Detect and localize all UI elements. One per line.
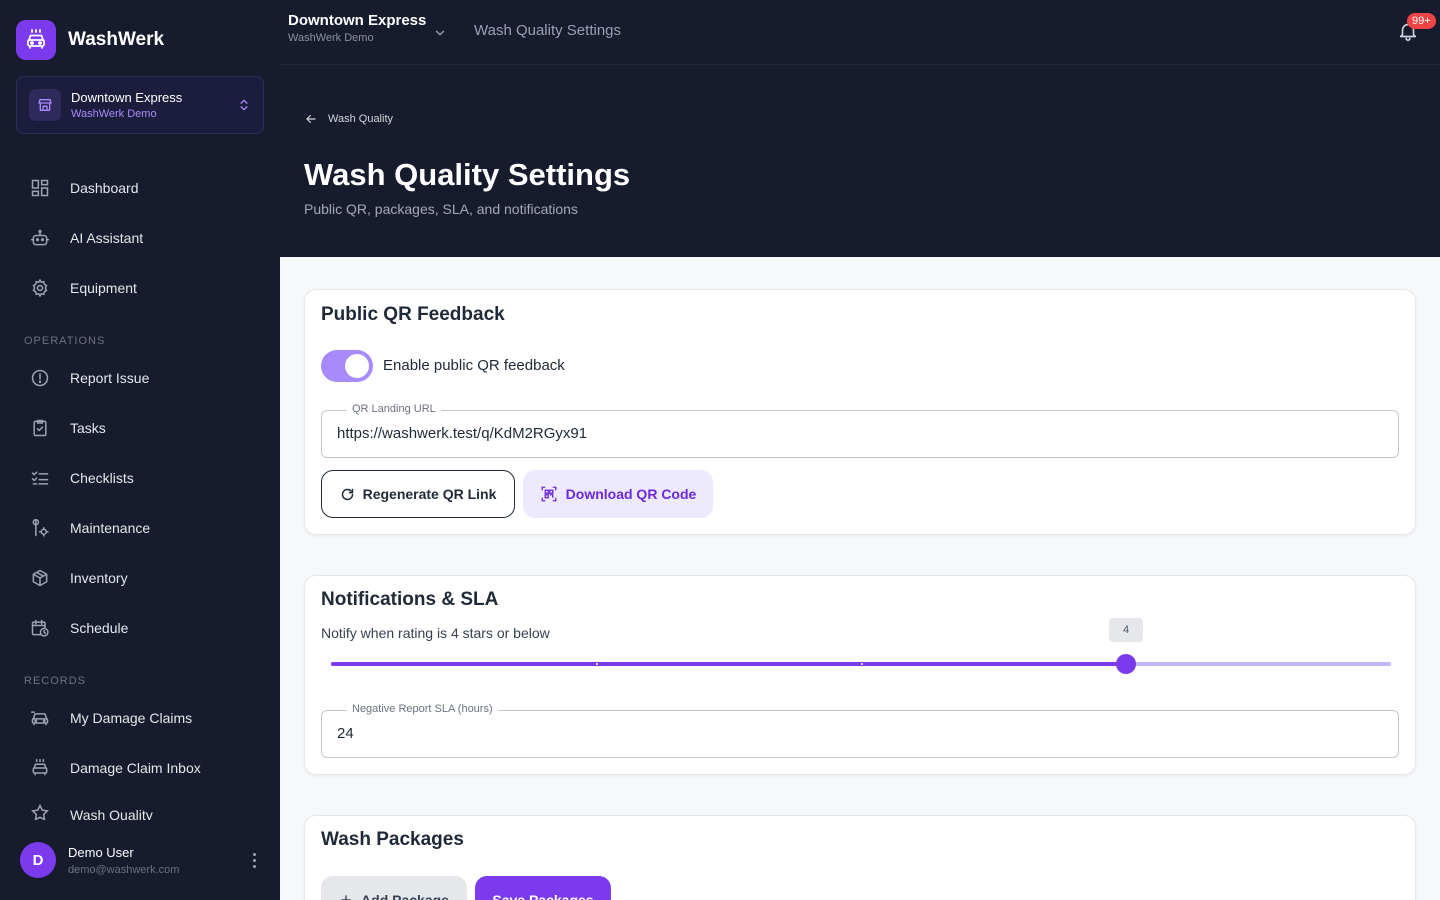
sidebar-item-label: My Damage Claims	[70, 710, 193, 726]
car-damage-icon	[30, 711, 49, 726]
field-value: https://washwerk.test/q/KdM2RGyx91	[337, 425, 588, 442]
slider-value-label: 4	[1109, 618, 1143, 642]
sidebar-item-damage-claim-inbox[interactable]: Damage Claim Inbox	[0, 743, 280, 793]
add-package-button[interactable]: Add Package	[321, 876, 467, 900]
field-label: Negative Report SLA (hours)	[347, 703, 498, 715]
sidebar-item-wash-quality[interactable]: Wash Quality	[0, 793, 280, 823]
sidebar-item-label: Schedule	[70, 620, 129, 636]
refresh-icon	[341, 488, 353, 500]
chevron-up-down-icon	[240, 99, 248, 111]
download-qr-button[interactable]: Download QR Code	[523, 470, 713, 518]
checklist-icon	[31, 471, 49, 485]
brand[interactable]: WashWerk	[16, 20, 164, 60]
button-label: Download QR Code	[565, 486, 697, 502]
sidebar-item-dashboard[interactable]: Dashboard	[0, 163, 280, 213]
header-location-switcher[interactable]: Downtown Express WashWerk Demo	[288, 12, 426, 44]
robot-icon	[30, 229, 50, 246]
slider-fill	[331, 662, 1126, 666]
gear-icon	[32, 278, 48, 298]
field-value: 24	[337, 725, 354, 742]
car-wash-icon	[32, 758, 48, 776]
sidebar-item-report-issue[interactable]: Report Issue	[0, 353, 280, 403]
sidebar-item-checklists[interactable]: Checklists	[0, 453, 280, 503]
sidebar-item-label: Dashboard	[70, 180, 139, 196]
sidebar-item-inventory[interactable]: Inventory	[0, 553, 280, 603]
store-icon	[29, 89, 61, 121]
rating-threshold-label: Notify when rating is 4 stars or below	[321, 625, 550, 641]
slider-tick	[596, 663, 598, 665]
chevron-down-icon[interactable]	[433, 26, 447, 40]
sidebar-item-schedule[interactable]: Schedule	[0, 603, 280, 653]
kebab-menu-icon[interactable]	[248, 852, 260, 868]
toggle-label: Enable public QR feedback	[383, 357, 565, 374]
user-email: demo@washwerk.com	[68, 863, 180, 876]
user-profile[interactable]: D Demo User demo@washwerk.com	[0, 820, 280, 900]
user-name: Demo User	[68, 844, 134, 860]
location-org: WashWerk Demo	[71, 108, 157, 120]
page-subtitle: Public QR, packages, SLA, and notificati…	[304, 201, 578, 217]
wrench-icon	[32, 518, 49, 537]
clipboard-check-icon	[33, 419, 47, 437]
plus-icon	[341, 895, 351, 900]
sidebar-item-label: Maintenance	[70, 520, 151, 536]
qr-feedback-card: Public QR Feedback Enable public QR feed…	[304, 289, 1416, 535]
sidebar-item-label: Report Issue	[70, 370, 150, 386]
avatar: D	[20, 842, 56, 878]
car-wash-logo-icon	[16, 20, 56, 60]
sidebar-nav: Dashboard AI Assistant Equipment OPERATI…	[0, 163, 280, 823]
qr-feedback-toggle[interactable]	[321, 350, 373, 382]
regenerate-qr-button[interactable]: Regenerate QR Link	[321, 470, 515, 518]
sidebar-item-label: Inventory	[70, 570, 128, 586]
sidebar-item-label: Checklists	[70, 470, 134, 486]
sidebar-item-label: Damage Claim Inbox	[70, 760, 201, 776]
location-name: Downtown Express	[71, 90, 183, 105]
sidebar: WashWerk Downtown Express WashWerk Demo …	[0, 0, 280, 900]
button-label: Save Packages	[492, 892, 594, 900]
alert-circle-icon	[31, 369, 49, 387]
qr-url-field[interactable]: QR Landing URL https://washwerk.test/q/K…	[321, 403, 1399, 458]
sla-hours-field[interactable]: Negative Report SLA (hours) 24	[321, 703, 1399, 758]
page-title: Wash Quality Settings	[304, 157, 631, 192]
brand-name: WashWerk	[68, 29, 165, 50]
rating-slider[interactable]: 4	[331, 618, 1391, 674]
wash-packages-card: Wash Packages Add Package Save Packages	[304, 815, 1416, 900]
sidebar-item-label: AI Assistant	[70, 230, 144, 246]
page-header: Wash Quality Wash Quality Settings Publi…	[280, 65, 1440, 257]
top-bar: Downtown Express WashWerk Demo Wash Qual…	[280, 0, 1440, 65]
sidebar-item-my-damage-claims[interactable]: My Damage Claims	[0, 693, 280, 743]
notifications-sla-card: Notifications & SLA Notify when rating i…	[304, 575, 1416, 775]
save-packages-button[interactable]: Save Packages	[475, 876, 611, 900]
button-label: Add Package	[361, 892, 449, 900]
sidebar-item-label: Tasks	[70, 420, 106, 436]
header-location-name: Downtown Express	[288, 12, 427, 29]
sidebar-item-equipment[interactable]: Equipment	[0, 263, 280, 313]
sidebar-item-maintenance[interactable]: Maintenance	[0, 503, 280, 553]
dashboard-icon	[31, 179, 49, 197]
field-label: QR Landing URL	[347, 403, 441, 415]
location-switcher[interactable]: Downtown Express WashWerk Demo	[16, 76, 264, 134]
card-title: Notifications & SLA	[321, 589, 499, 610]
nav-section-operations: OPERATIONS	[24, 335, 106, 347]
header-page-title: Wash Quality Settings	[474, 22, 622, 39]
sidebar-item-ai-assistant[interactable]: AI Assistant	[0, 213, 280, 263]
notification-badge: 99+	[1407, 13, 1436, 29]
toggle-knob	[345, 354, 369, 378]
button-label: Regenerate QR Link	[362, 486, 497, 502]
slider-thumb[interactable]	[1116, 654, 1136, 674]
card-title: Public QR Feedback	[321, 304, 505, 325]
sidebar-item-tasks[interactable]: Tasks	[0, 403, 280, 453]
breadcrumb[interactable]: Wash Quality	[304, 112, 393, 126]
calendar-clock-icon	[31, 619, 49, 637]
box-icon	[32, 569, 48, 587]
breadcrumb-label: Wash Quality	[328, 113, 394, 125]
arrow-left-icon	[306, 114, 316, 124]
nav-section-records: RECORDS	[24, 675, 87, 687]
sidebar-item-label: Equipment	[70, 280, 137, 296]
card-title: Wash Packages	[321, 829, 464, 850]
slider-tick	[861, 663, 863, 665]
header-location-org: WashWerk Demo	[288, 32, 374, 44]
qr-code-icon	[541, 486, 557, 502]
